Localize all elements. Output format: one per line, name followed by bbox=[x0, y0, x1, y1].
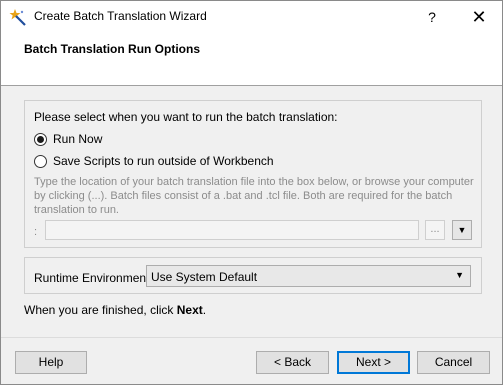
next-button[interactable]: Next > bbox=[337, 351, 410, 374]
wizard-window: Create Batch Translation Wizard ? ✕ Batc… bbox=[0, 0, 503, 385]
save-scripts-option[interactable]: Save Scripts to run outside of Workbench bbox=[34, 154, 274, 168]
window-title: Create Batch Translation Wizard bbox=[34, 9, 207, 23]
batch-file-help-text: Type the location of your batch translat… bbox=[34, 176, 474, 216]
title-bar: Create Batch Translation Wizard ? ✕ bbox=[1, 1, 502, 32]
batch-file-path-input[interactable] bbox=[45, 220, 419, 240]
save-scripts-label[interactable]: Save Scripts to run outside of Workbench bbox=[53, 154, 274, 168]
finish-text-bold: Next bbox=[176, 303, 203, 317]
chevron-down-icon: ▼ bbox=[455, 270, 464, 280]
finish-text-prefix: When you are finished, click bbox=[24, 303, 177, 317]
title-help-button[interactable]: ? bbox=[409, 4, 455, 30]
run-now-label[interactable]: Run Now bbox=[53, 132, 102, 146]
help-button[interactable]: Help bbox=[15, 351, 87, 374]
run-now-radio[interactable] bbox=[34, 132, 47, 146]
runtime-environment-select[interactable]: Use System Default ▼ bbox=[146, 265, 471, 287]
runtime-environment-group: Runtime Environment: Use System Default … bbox=[24, 257, 482, 294]
runtime-selected-value: Use System Default bbox=[151, 270, 258, 284]
cancel-button[interactable]: Cancel bbox=[417, 351, 490, 374]
save-scripts-radio[interactable] bbox=[34, 154, 47, 168]
run-prompt: Please select when you want to run the b… bbox=[34, 110, 338, 124]
footer-divider bbox=[1, 337, 502, 338]
finish-text-suffix: . bbox=[202, 303, 207, 317]
browse-button[interactable]: ... bbox=[425, 220, 445, 240]
wizard-header: Batch Translation Run Options bbox=[1, 32, 502, 86]
run-now-option[interactable]: Run Now bbox=[34, 132, 102, 146]
path-colon-label: : bbox=[34, 226, 38, 238]
close-icon[interactable]: ✕ bbox=[456, 4, 502, 30]
chevron-down-icon[interactable]: ▼ bbox=[452, 220, 472, 240]
wizard-star-icon bbox=[9, 8, 27, 26]
run-options-group: Please select when you want to run the b… bbox=[24, 100, 482, 248]
finish-instruction: When you are finished, click Next. bbox=[24, 303, 206, 317]
page-title: Batch Translation Run Options bbox=[24, 42, 201, 56]
back-button[interactable]: < Back bbox=[256, 351, 329, 374]
runtime-environment-label: Runtime Environment: bbox=[34, 271, 153, 285]
